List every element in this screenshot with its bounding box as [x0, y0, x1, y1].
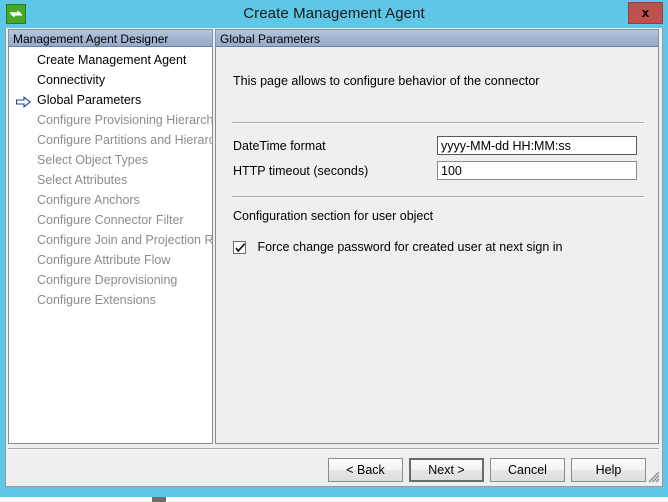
help-button[interactable]: Help	[571, 458, 646, 482]
dialog-window: Create Management Agent x Management Age…	[0, 0, 668, 497]
title-bar[interactable]: Create Management Agent x	[0, 0, 668, 28]
force-change-password-checkbox-row[interactable]: Force change password for created user a…	[233, 240, 562, 256]
sidebar-item-configure-deprovisioning: Configure Deprovisioning	[9, 270, 212, 290]
back-button[interactable]: < Back	[328, 458, 403, 482]
http-timeout-label: HTTP timeout (seconds)	[233, 164, 368, 178]
main-pane-body: This page allows to configure behavior o…	[215, 47, 659, 444]
right-arrow-icon	[16, 94, 31, 106]
sidebar-item-label: Configure Attribute Flow	[37, 253, 170, 267]
dialog-footer: < Back Next > Cancel Help	[6, 450, 662, 485]
window-title: Create Management Agent	[0, 0, 668, 28]
sidebar-item-create-management-agent[interactable]: Create Management Agent	[9, 50, 212, 70]
sidebar-item-label: Configure Connector Filter	[37, 213, 184, 227]
sidebar-item-label: Configure Deprovisioning	[37, 273, 177, 287]
sidebar-item-global-parameters[interactable]: Global Parameters	[9, 90, 212, 110]
checkbox-icon[interactable]	[233, 241, 246, 254]
sidebar-item-label: Configure Extensions	[37, 293, 156, 307]
http-timeout-input[interactable]	[437, 161, 637, 180]
sidebar-item-label: Configure Join and Projection Rules	[37, 233, 213, 247]
sidebar-item-configure-join-and-projection-rules: Configure Join and Projection Rules	[9, 230, 212, 250]
background-strip	[0, 497, 668, 502]
next-button[interactable]: Next >	[409, 458, 484, 482]
wizard-steps-pane: Management Agent Designer Create Managem…	[8, 29, 213, 444]
sidebar-item-label: Connectivity	[37, 73, 105, 87]
sidebar-item-label: Configure Partitions and Hierarchies	[37, 133, 213, 147]
close-button[interactable]: x	[628, 2, 663, 24]
wizard-steps-list[interactable]: Create Management Agent Connectivity Glo…	[8, 47, 213, 444]
main-content-pane: Global Parameters This page allows to co…	[215, 29, 659, 444]
sidebar-item-label: Global Parameters	[37, 93, 141, 107]
sidebar-item-label: Create Management Agent	[37, 53, 186, 67]
checkbox-label: Force change password for created user a…	[257, 240, 562, 255]
sidebar-item-select-object-types: Select Object Types	[9, 150, 212, 170]
dialog-client-area: Management Agent Designer Create Managem…	[5, 28, 663, 487]
sidebar-item-configure-anchors: Configure Anchors	[9, 190, 212, 210]
intro-description: This page allows to configure behavior o…	[233, 74, 539, 88]
main-pane-header: Global Parameters	[215, 29, 659, 47]
datetime-format-label: DateTime format	[233, 139, 326, 153]
wizard-steps-header: Management Agent Designer	[8, 29, 213, 47]
section-divider-top	[232, 122, 644, 124]
sidebar-item-label: Select Object Types	[37, 153, 148, 167]
sidebar-item-connectivity[interactable]: Connectivity	[9, 70, 212, 90]
sidebar-item-select-attributes: Select Attributes	[9, 170, 212, 190]
sidebar-item-configure-provisioning-hierarchy: Configure Provisioning Hierarchy	[9, 110, 212, 130]
sidebar-item-configure-connector-filter: Configure Connector Filter	[9, 210, 212, 230]
background-window-edge	[152, 497, 166, 502]
user-object-section-title: Configuration section for user object	[233, 209, 433, 223]
section-divider-bottom	[232, 196, 644, 198]
sidebar-item-label: Configure Anchors	[37, 193, 140, 207]
sidebar-item-configure-attribute-flow: Configure Attribute Flow	[9, 250, 212, 270]
datetime-format-input[interactable]	[437, 136, 637, 155]
sidebar-item-configure-partitions-and-hierarchies: Configure Partitions and Hierarchies	[9, 130, 212, 150]
sidebar-item-label: Select Attributes	[37, 173, 127, 187]
resize-grip[interactable]	[646, 469, 660, 483]
cancel-button[interactable]: Cancel	[490, 458, 565, 482]
sidebar-item-label: Configure Provisioning Hierarchy	[37, 113, 213, 127]
sidebar-item-configure-extensions: Configure Extensions	[9, 290, 212, 310]
